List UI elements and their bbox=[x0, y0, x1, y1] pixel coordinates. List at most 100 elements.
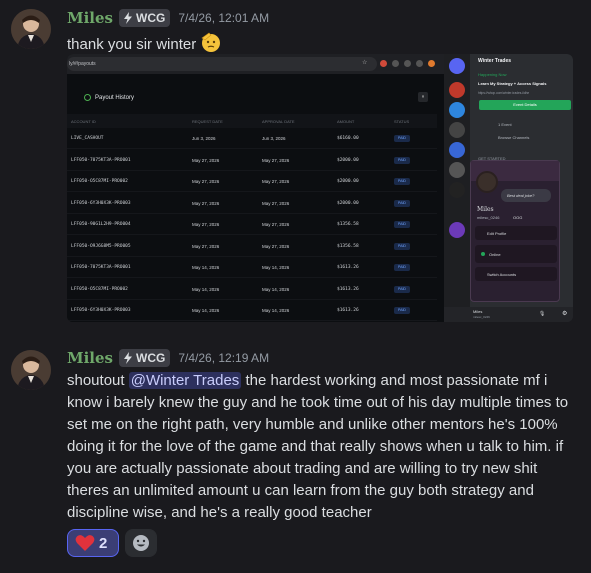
table-cell: LFF050-6Y3H0X3K-PRO003 bbox=[71, 200, 131, 206]
table-cell: May 27, 2026 bbox=[192, 200, 220, 206]
username[interactable]: Miles bbox=[67, 349, 113, 367]
table-cell: $1356.58 bbox=[337, 222, 359, 227]
server-icon bbox=[449, 82, 465, 98]
table-cell: LFF050-7075KT3A-PRO001 bbox=[71, 157, 131, 163]
server-icon bbox=[449, 182, 465, 198]
table-cell: $1613.26 bbox=[337, 308, 359, 313]
table-header: ACCOUNT ID REQUEST DATE APPROVAL DATE AM… bbox=[67, 114, 437, 128]
gear-icon: ⚙ bbox=[562, 311, 568, 317]
table-row: LFF050-O5C87MI-PRO002 May 14, 2026 May 14,… bbox=[67, 279, 437, 300]
extension-icon bbox=[416, 60, 423, 67]
avatar bbox=[476, 171, 498, 193]
table-cell: May 27, 2026 bbox=[262, 157, 290, 163]
extension-icon bbox=[392, 60, 399, 67]
screenshot-attachment[interactable]: ly/#/payouts ☆ Payout History ⏸ ACCOUNT … bbox=[67, 54, 573, 322]
column-header: REQUEST DATE bbox=[192, 119, 223, 124]
happening-now-label: Happening Now bbox=[478, 72, 507, 77]
table-cell: $2000.00 bbox=[337, 179, 359, 184]
table-cell: May 27, 2026 bbox=[192, 179, 220, 184]
table-cell: $1356.58 bbox=[337, 243, 359, 249]
mic-icon: 🎙 bbox=[539, 311, 546, 317]
message-1: Miles WCG 7/4/26, 12:01 AM thank you sir… bbox=[0, 0, 591, 325]
table-cell: May 27, 2026 bbox=[262, 200, 290, 206]
events-count: 1 Event bbox=[498, 122, 512, 127]
custom-status: Best deal joke? bbox=[501, 189, 551, 202]
guild-tag[interactable]: WCG bbox=[119, 349, 171, 367]
timestamp: 7/4/26, 12:19 AM bbox=[178, 351, 270, 365]
table-cell: May 27, 2026 bbox=[262, 222, 290, 227]
status-badge: PAID bbox=[394, 178, 410, 185]
table-row: LFF050-6Y3H0X3K-PRO003 May 27, 2026 May 27… bbox=[67, 193, 437, 214]
status-badge: PAID bbox=[394, 135, 410, 142]
status-badge: PAID bbox=[394, 285, 410, 293]
extension-icon bbox=[428, 60, 435, 67]
table-cell: LFF050-7075KT3A-PRO001 bbox=[71, 265, 131, 270]
reaction-heart[interactable]: 2 bbox=[67, 529, 119, 557]
footer-handle: milesc_0246 bbox=[473, 315, 490, 319]
table-cell: Jun 3, 2026 bbox=[192, 136, 216, 141]
table-cell: May 27, 2026 bbox=[192, 222, 220, 227]
server-icon bbox=[449, 142, 465, 158]
add-reaction-button[interactable] bbox=[125, 529, 157, 557]
lightning-icon bbox=[124, 12, 132, 24]
profile-popout: Best deal joke? Miles milesc_0246 OOG Ed… bbox=[470, 160, 560, 302]
event-title: Learn My Strategy + Access Signals bbox=[478, 81, 547, 86]
table-cell: $1613.26 bbox=[337, 265, 359, 270]
profile-handle: milesc_0246 bbox=[477, 215, 500, 220]
avatar[interactable] bbox=[11, 350, 51, 390]
extension-icon bbox=[380, 60, 387, 67]
event-link: https://whop.com/winter-trades-iidhe bbox=[478, 91, 530, 95]
table-cell: May 27, 2026 bbox=[192, 157, 220, 163]
profile-tag: OOG bbox=[513, 215, 523, 220]
address-bar: ly/#/payouts bbox=[67, 57, 377, 71]
table-row: LFF050-O9J6G8M5-PRO005 May 27, 2026 May 27… bbox=[67, 236, 437, 257]
event-details-button: Event Details bbox=[479, 100, 571, 110]
server-icon bbox=[449, 222, 465, 238]
server-sidebar bbox=[444, 54, 470, 322]
table-cell: LFF050-O9J6G8M5-PRO005 bbox=[71, 243, 131, 249]
user-panel: Miles milesc_0246 🎙 ⚙ bbox=[444, 307, 573, 322]
table-cell: May 14, 2026 bbox=[262, 265, 290, 270]
table-cell: May 27, 2026 bbox=[262, 243, 290, 249]
heart-icon bbox=[75, 535, 95, 551]
status-badge: PAID bbox=[394, 307, 410, 314]
add-reaction-icon bbox=[133, 535, 149, 551]
edit-profile-item: Edit Profile bbox=[487, 231, 507, 236]
extension-icon bbox=[404, 60, 411, 67]
status-badge: PAID bbox=[394, 264, 410, 271]
guild-tag[interactable]: WCG bbox=[119, 9, 171, 27]
footer-username: Miles bbox=[473, 309, 483, 314]
status-badge: PAID bbox=[394, 156, 410, 164]
table-cell: May 14, 2026 bbox=[192, 265, 220, 270]
table-cell: LFF050-6Y3H0X3K-PRO003 bbox=[71, 308, 131, 313]
table-cell: LFF050-O5C87MI-PRO002 bbox=[71, 286, 128, 292]
avatar[interactable] bbox=[11, 9, 51, 49]
switch-accounts-item: Switch Accounts bbox=[487, 272, 517, 277]
clock-icon bbox=[84, 94, 91, 101]
table-cell: May 14, 2026 bbox=[262, 286, 290, 292]
table-cell: $2000.00 bbox=[337, 200, 359, 206]
column-header: APPROVAL DATE bbox=[262, 119, 295, 124]
user-mention[interactable]: @Winter Trades bbox=[128, 372, 242, 389]
star-icon: ☆ bbox=[362, 60, 368, 66]
server-icon bbox=[449, 102, 465, 118]
username[interactable]: Miles bbox=[67, 9, 113, 27]
column-header: AMOUNT bbox=[337, 119, 355, 124]
payout-title: Payout History bbox=[84, 94, 134, 101]
saluting-face-icon bbox=[201, 32, 221, 52]
column-header: ACCOUNT ID bbox=[71, 119, 96, 124]
table-row: LFF050-6Y3H0X3K-PRO003 May 14, 2026 May 14… bbox=[67, 300, 437, 321]
table-cell: $1613.26 bbox=[337, 286, 359, 292]
table-row: LFF050-O5C87MI-PRO002 May 27, 2026 May 27,… bbox=[67, 171, 437, 192]
server-icon bbox=[449, 162, 465, 178]
server-icon bbox=[449, 122, 465, 138]
table-cell: May 14, 2026 bbox=[192, 286, 220, 292]
timestamp: 7/4/26, 12:01 AM bbox=[178, 11, 270, 25]
reaction-count: 2 bbox=[99, 534, 108, 552]
lightning-icon bbox=[124, 352, 132, 364]
discord-home-icon bbox=[449, 58, 465, 74]
table-cell: LFF050-O5C87MI-PRO002 bbox=[71, 179, 128, 184]
collapse-button: ⏸ bbox=[418, 92, 428, 102]
online-item: Online bbox=[489, 252, 501, 257]
status-badge: PAID bbox=[394, 221, 410, 228]
